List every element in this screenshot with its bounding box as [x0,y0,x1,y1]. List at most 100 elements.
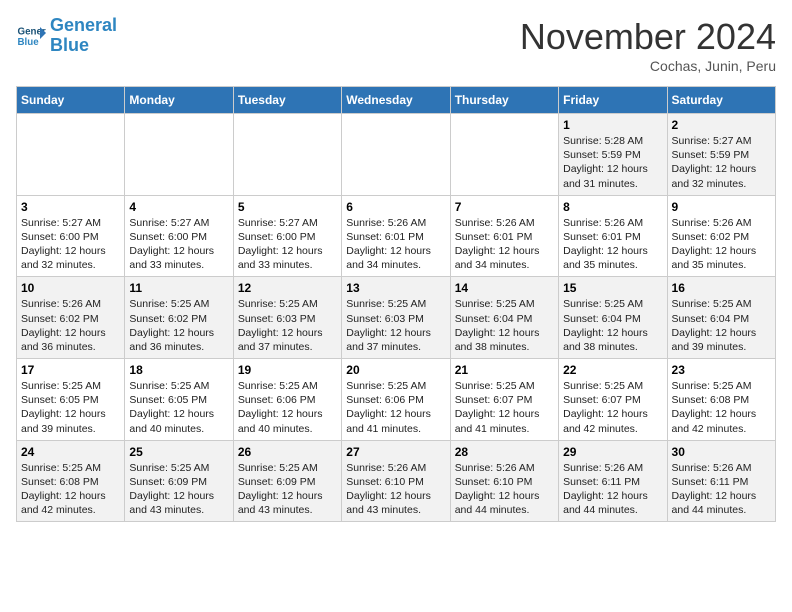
day-number: 17 [21,363,120,377]
day-info: Sunrise: 5:25 AM Sunset: 6:07 PM Dayligh… [563,379,662,436]
day-info: Sunrise: 5:27 AM Sunset: 6:00 PM Dayligh… [129,216,228,273]
day-number: 25 [129,445,228,459]
calendar-cell: 12 Sunrise: 5:25 AM Sunset: 6:03 PM Dayli… [233,277,341,359]
weekday-header-tuesday: Tuesday [233,87,341,114]
weekday-header-thursday: Thursday [450,87,558,114]
calendar-cell: 27Sunrise: 5:26 AM Sunset: 6:10 PM Dayli… [342,440,450,522]
day-info: Sunrise: 5:26 AM Sunset: 6:10 PM Dayligh… [346,461,445,518]
calendar-cell: 17 Sunrise: 5:25 AM Sunset: 6:05 PM Dayli… [17,359,125,441]
day-info: Sunrise: 5:25 AM Sunset: 6:09 PM Dayligh… [129,461,228,518]
day-number: 24 [21,445,120,459]
calendar-cell: 16 Sunrise: 5:25 AM Sunset: 6:04 PM Dayli… [667,277,775,359]
day-number: 22 [563,363,662,377]
calendar-cell: 3 Sunrise: 5:27 AM Sunset: 6:00 PM Daylig… [17,195,125,277]
day-number: 21 [455,363,554,377]
weekday-header-friday: Friday [559,87,667,114]
day-number: 7 [455,200,554,214]
calendar-cell: 2 Sunrise: 5:27 AM Sunset: 5:59 PM Daylig… [667,114,775,196]
logo-text: GeneralBlue [50,16,117,56]
day-number: 23 [672,363,771,377]
calendar-cell: 15 Sunrise: 5:25 AM Sunset: 6:04 PM Dayli… [559,277,667,359]
weekday-header-saturday: Saturday [667,87,775,114]
calendar-cell: 25 Sunrise: 5:25 AM Sunset: 6:09 PM Dayli… [125,440,233,522]
calendar-cell: 7 Sunrise: 5:26 AM Sunset: 6:01 PM Daylig… [450,195,558,277]
day-number: 2 [672,118,771,132]
calendar-cell: 4 Sunrise: 5:27 AM Sunset: 6:00 PM Daylig… [125,195,233,277]
day-number: 20 [346,363,445,377]
calendar-cell: 30Sunrise: 5:26 AM Sunset: 6:11 PM Dayli… [667,440,775,522]
calendar-cell: 26 Sunrise: 5:25 AM Sunset: 6:09 PM Dayli… [233,440,341,522]
day-info: Sunrise: 5:27 AM Sunset: 5:59 PM Dayligh… [672,134,771,191]
calendar-cell: 11 Sunrise: 5:25 AM Sunset: 6:02 PM Dayli… [125,277,233,359]
day-info: Sunrise: 5:27 AM Sunset: 6:00 PM Dayligh… [238,216,337,273]
day-info: Sunrise: 5:25 AM Sunset: 6:06 PM Dayligh… [238,379,337,436]
calendar-cell: 21 Sunrise: 5:25 AM Sunset: 6:07 PM Dayli… [450,359,558,441]
day-info: Sunrise: 5:25 AM Sunset: 6:05 PM Dayligh… [129,379,228,436]
calendar-week-3: 10 Sunrise: 5:26 AM Sunset: 6:02 PM Dayli… [17,277,776,359]
location: Cochas, Junin, Peru [520,58,776,74]
day-number: 15 [563,281,662,295]
calendar-cell: 19Sunrise: 5:25 AM Sunset: 6:06 PM Dayli… [233,359,341,441]
day-info: Sunrise: 5:25 AM Sunset: 6:07 PM Dayligh… [455,379,554,436]
calendar-cell [450,114,558,196]
day-info: Sunrise: 5:25 AM Sunset: 6:04 PM Dayligh… [563,297,662,354]
day-number: 11 [129,281,228,295]
day-info: Sunrise: 5:26 AM Sunset: 6:01 PM Dayligh… [346,216,445,273]
calendar-week-4: 17 Sunrise: 5:25 AM Sunset: 6:05 PM Dayli… [17,359,776,441]
day-info: Sunrise: 5:25 AM Sunset: 6:04 PM Dayligh… [672,297,771,354]
day-number: 3 [21,200,120,214]
day-info: Sunrise: 5:25 AM Sunset: 6:05 PM Dayligh… [21,379,120,436]
calendar-cell: 10 Sunrise: 5:26 AM Sunset: 6:02 PM Dayli… [17,277,125,359]
day-number: 5 [238,200,337,214]
day-number: 16 [672,281,771,295]
day-number: 12 [238,281,337,295]
calendar-cell: 20 Sunrise: 5:25 AM Sunset: 6:06 PM Dayli… [342,359,450,441]
day-info: Sunrise: 5:26 AM Sunset: 6:01 PM Dayligh… [455,216,554,273]
day-number: 30 [672,445,771,459]
day-info: Sunrise: 5:25 AM Sunset: 6:09 PM Dayligh… [238,461,337,518]
calendar-header-row: SundayMondayTuesdayWednesdayThursdayFrid… [17,87,776,114]
day-number: 26 [238,445,337,459]
calendar-week-5: 24 Sunrise: 5:25 AM Sunset: 6:08 PM Dayli… [17,440,776,522]
day-info: Sunrise: 5:26 AM Sunset: 6:02 PM Dayligh… [21,297,120,354]
day-info: Sunrise: 5:25 AM Sunset: 6:03 PM Dayligh… [346,297,445,354]
calendar-cell [342,114,450,196]
day-info: Sunrise: 5:25 AM Sunset: 6:03 PM Dayligh… [238,297,337,354]
day-number: 13 [346,281,445,295]
day-number: 4 [129,200,228,214]
day-number: 9 [672,200,771,214]
calendar-cell: 8 Sunrise: 5:26 AM Sunset: 6:01 PM Daylig… [559,195,667,277]
day-info: Sunrise: 5:25 AM Sunset: 6:08 PM Dayligh… [672,379,771,436]
calendar-week-1: 1 Sunrise: 5:28 AM Sunset: 5:59 PM Daylig… [17,114,776,196]
svg-text:Blue: Blue [18,37,40,48]
calendar-body: 1 Sunrise: 5:28 AM Sunset: 5:59 PM Daylig… [17,114,776,522]
day-number: 1 [563,118,662,132]
calendar-cell: 28 Sunrise: 5:26 AM Sunset: 6:10 PM Dayli… [450,440,558,522]
day-number: 10 [21,281,120,295]
weekday-header-wednesday: Wednesday [342,87,450,114]
day-info: Sunrise: 5:25 AM Sunset: 6:02 PM Dayligh… [129,297,228,354]
calendar-cell [125,114,233,196]
day-info: Sunrise: 5:25 AM Sunset: 6:04 PM Dayligh… [455,297,554,354]
calendar-cell: 29Sunrise: 5:26 AM Sunset: 6:11 PM Dayli… [559,440,667,522]
calendar-cell: 9 Sunrise: 5:26 AM Sunset: 6:02 PM Daylig… [667,195,775,277]
calendar-cell [233,114,341,196]
day-info: Sunrise: 5:26 AM Sunset: 6:02 PM Dayligh… [672,216,771,273]
month-title: November 2024 [520,16,776,58]
weekday-header-sunday: Sunday [17,87,125,114]
weekday-header-monday: Monday [125,87,233,114]
day-info: Sunrise: 5:25 AM Sunset: 6:08 PM Dayligh… [21,461,120,518]
day-number: 28 [455,445,554,459]
day-info: Sunrise: 5:26 AM Sunset: 6:01 PM Dayligh… [563,216,662,273]
page-header: General Blue GeneralBlue November 2024 C… [16,16,776,74]
calendar-cell: 14Sunrise: 5:25 AM Sunset: 6:04 PM Dayli… [450,277,558,359]
day-info: Sunrise: 5:28 AM Sunset: 5:59 PM Dayligh… [563,134,662,191]
calendar-table: SundayMondayTuesdayWednesdayThursdayFrid… [16,86,776,522]
calendar-cell: 24 Sunrise: 5:25 AM Sunset: 6:08 PM Dayli… [17,440,125,522]
day-number: 8 [563,200,662,214]
day-info: Sunrise: 5:26 AM Sunset: 6:10 PM Dayligh… [455,461,554,518]
day-info: Sunrise: 5:27 AM Sunset: 6:00 PM Dayligh… [21,216,120,273]
calendar-cell: 18Sunrise: 5:25 AM Sunset: 6:05 PM Dayli… [125,359,233,441]
calendar-cell [17,114,125,196]
day-info: Sunrise: 5:25 AM Sunset: 6:06 PM Dayligh… [346,379,445,436]
